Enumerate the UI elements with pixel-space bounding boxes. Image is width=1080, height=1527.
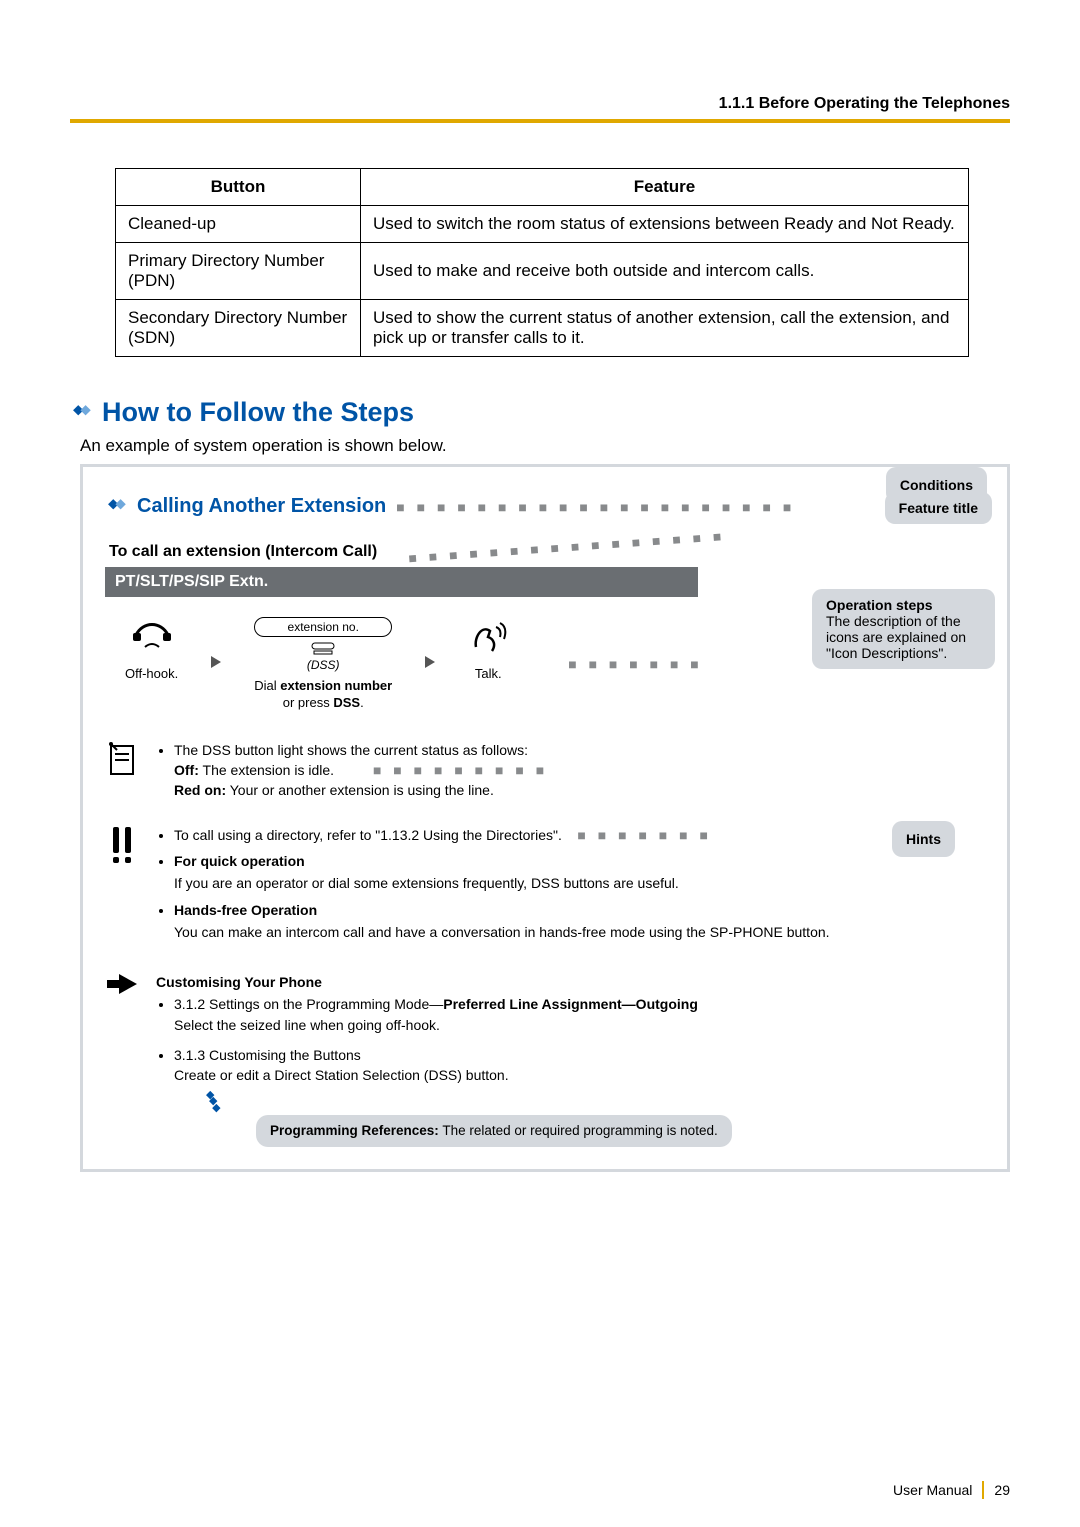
conditions-block: The DSS button light shows the current s… (105, 740, 985, 807)
hints-block: To call using a directory, refer to "1.1… (105, 825, 985, 948)
step-caption: Talk. (468, 666, 508, 683)
talk-icon (468, 617, 508, 657)
dashed-leader: ■ ■ ■ ■ ■ ■ ■ ■ ■ ■ ■ ■ ■ ■ ■ ■ (408, 528, 726, 566)
diamond-icon (70, 402, 92, 424)
feature-title-row: Calling Another Extension ■ ■ ■ ■ ■ ■ ■ … (105, 495, 985, 518)
cell-feature: Used to switch the room status of extens… (361, 206, 969, 243)
handset-icon (131, 617, 173, 657)
step-dial: extension no. (DSS) Dial extension numbe… (254, 617, 392, 712)
cell-button: Cleaned-up (116, 206, 361, 243)
callout-hints: Hints (892, 821, 955, 857)
breadcrumb: 1.1.1 Before Operating the Telephones (719, 95, 1010, 112)
callout-body: The description of the icons are explain… (826, 613, 981, 661)
key-icon (254, 641, 392, 658)
cell-feature: Used to make and receive both outside an… (361, 243, 969, 300)
cell-feature: Used to show the current status of anoth… (361, 300, 969, 357)
customising-block: Customising Your Phone 3.1.2 Settings on… (105, 966, 985, 1147)
callout-operation-steps: Operation steps The description of the i… (812, 589, 995, 669)
feature-table: Button Feature Cleaned-up Used to switch… (115, 168, 969, 357)
dashed-leader: ■ ■ ■ ■ ■ ■ ■ ■ ■ ■ ■ ■ ■ ■ ■ ■ ■ ■ ■ ■ (396, 499, 795, 515)
note-icon (105, 740, 141, 807)
callout-label: Conditions (900, 477, 973, 493)
hints-body: To call using a directory, refer to "1.1… (156, 825, 830, 948)
hand-point-icon (105, 966, 141, 1147)
extension-bar: PT/SLT/PS/SIP Extn. (105, 567, 698, 597)
step-talk: Talk. (468, 617, 508, 683)
step-caption: Dial extension number or press DSS. (254, 678, 392, 712)
manual-page: 1.1.1 Before Operating the Telephones Bu… (0, 0, 1080, 1527)
callout-conditions: Conditions (886, 467, 987, 503)
footer-divider (982, 1481, 984, 1499)
cell-button: Primary Directory Number (PDN) (116, 243, 361, 300)
arrow-icon (422, 654, 438, 675)
conditions-body: The DSS button light shows the current s… (156, 740, 548, 807)
trail-diamonds: ◆ ◆ ◆ (206, 1092, 732, 1112)
cell-button: Secondary Directory Number (SDN) (116, 300, 361, 357)
programming-references-pill: Programming References: The related or r… (256, 1115, 732, 1147)
page-number: 29 (994, 1482, 1010, 1498)
section-intro: An example of system operation is shown … (80, 436, 1010, 456)
dashed-leader: ■ ■ ■ ■ ■ ■ ■ ■ ■ (373, 762, 548, 778)
callout-label: Operation steps (826, 597, 981, 613)
page-header: 1.1.1 Before Operating the Telephones (70, 95, 1010, 123)
page-footer: User Manual 29 (893, 1481, 1010, 1499)
table-row: Primary Directory Number (PDN) Used to m… (116, 243, 969, 300)
callout-label: Hints (906, 831, 941, 847)
section-title: How to Follow the Steps (102, 397, 414, 428)
sub-heading: To call an extension (Intercom Call) ■ ■… (109, 543, 985, 561)
example-box: Calling Another Extension ■ ■ ■ ■ ■ ■ ■ … (80, 464, 1010, 1172)
table-row: Cleaned-up Used to switch the room statu… (116, 206, 969, 243)
col-header-feature: Feature (361, 169, 969, 206)
dashed-leader: ■ ■ ■ ■ ■ ■ ■ (577, 827, 712, 843)
operation-steps-row: Off-hook. extension no. (DSS) Dial exten… (105, 597, 985, 722)
exclaim-icon (105, 825, 141, 948)
table-row: Secondary Directory Number (SDN) Used to… (116, 300, 969, 357)
arrow-icon (208, 654, 224, 675)
step-off-hook: Off-hook. (125, 617, 178, 683)
ext-no-pill: extension no. (254, 617, 392, 637)
section-heading-row: How to Follow the Steps (70, 397, 1010, 428)
footer-label: User Manual (893, 1482, 972, 1498)
feature-title: Calling Another Extension (137, 495, 386, 518)
col-header-button: Button (116, 169, 361, 206)
step-caption: Off-hook. (125, 666, 178, 683)
diamond-icon (105, 496, 127, 518)
dss-label: (DSS) (254, 658, 392, 672)
customising-body: Customising Your Phone 3.1.2 Settings on… (156, 966, 732, 1147)
dashed-leader: ■ ■ ■ ■ ■ ■ ■ (568, 656, 703, 672)
